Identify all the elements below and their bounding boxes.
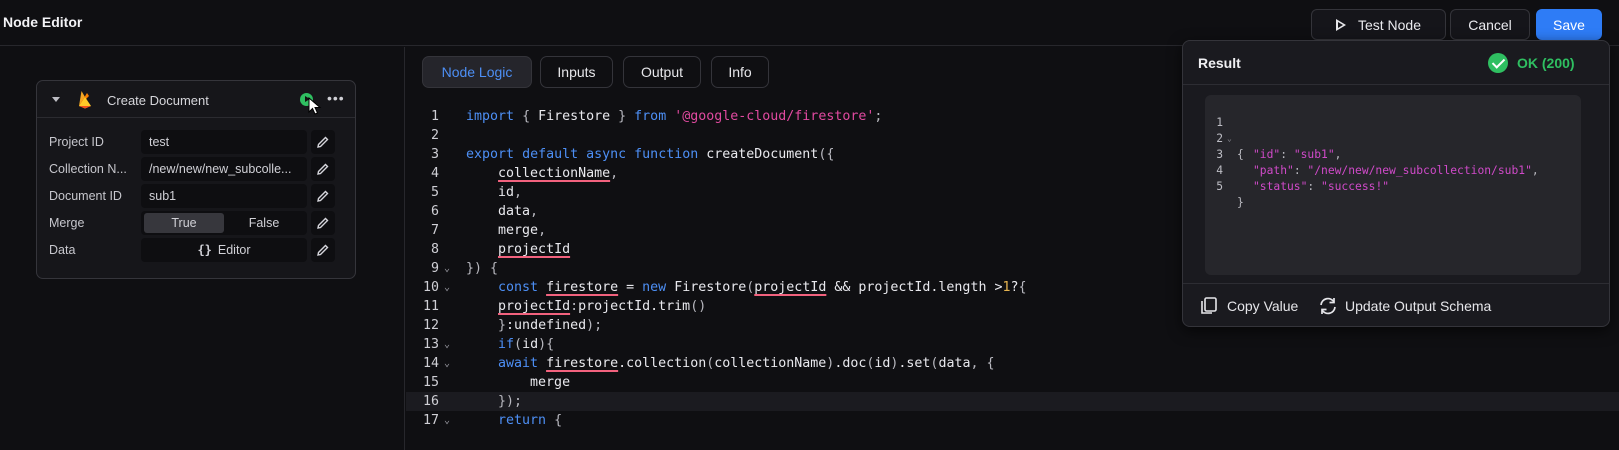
pencil-icon — [317, 136, 329, 148]
update-output-schema-button[interactable]: Update Output Schema — [1345, 298, 1491, 314]
line-number: 17 — [422, 413, 439, 428]
test-node-label: Test Node — [1357, 16, 1422, 33]
edit-document-id-button[interactable] — [311, 184, 335, 208]
field-merge: Merge True False — [49, 211, 349, 235]
save-button[interactable]: Save — [1536, 9, 1602, 40]
play-icon — [1335, 18, 1346, 31]
line-number: 9 — [430, 261, 439, 276]
result-panel: Result OK (200) 1 ⌄ { 2 "id": "sub1", 3 … — [1182, 40, 1610, 327]
editor-label: Editor — [217, 243, 251, 257]
field-project-id: Project ID test — [49, 130, 349, 154]
json-line: 4 "status": "success!" — [1216, 164, 1390, 193]
json-line: 2 "id": "sub1", — [1216, 132, 1342, 161]
pencil-icon — [317, 163, 329, 175]
field-label: Document ID — [49, 189, 122, 203]
copy-icon[interactable] — [1200, 297, 1218, 315]
edit-collection-name-button[interactable] — [311, 157, 335, 181]
pencil-icon — [317, 190, 329, 202]
node-canvas: Create Document ••• Project ID test Coll… — [0, 47, 405, 450]
field-label: Data — [49, 243, 76, 257]
pencil-icon — [317, 217, 329, 229]
field-data: Data {} Editor — [49, 238, 349, 262]
chevron-down-icon[interactable] — [52, 97, 60, 102]
line-number: 8 — [430, 242, 439, 257]
page-title: Node Editor — [3, 14, 83, 30]
code-line: 17 ⌄ return { — [406, 411, 1619, 430]
line-number: 7 — [430, 223, 439, 238]
status-badge: OK (200) — [1517, 55, 1575, 71]
line-number: 15 — [422, 375, 439, 390]
braces-icon: {} — [197, 243, 212, 257]
code-line: 15 merge — [406, 373, 1619, 392]
result-footer: Copy Value Update Output Schema — [1183, 283, 1609, 327]
json-line: 1 ⌄ { — [1216, 116, 1244, 161]
project-id-input[interactable]: test — [141, 130, 307, 154]
node-card[interactable]: Create Document ••• Project ID test Coll… — [36, 80, 356, 279]
node-title: Create Document — [107, 93, 209, 108]
data-editor-button[interactable]: {} Editor — [141, 238, 307, 262]
more-options-icon[interactable]: ••• — [327, 90, 345, 106]
line-number: 5 — [430, 185, 439, 200]
check-circle-icon — [1488, 53, 1508, 73]
json-line: 3 "path": "/new/new/new_subcollection/su… — [1216, 148, 1539, 177]
fold-chevron-icon[interactable]: ⌄ — [444, 411, 450, 430]
line-number: 3 — [430, 147, 439, 162]
merge-false-option[interactable]: False — [224, 213, 304, 233]
document-id-input[interactable]: sub1 — [141, 184, 307, 208]
line-number: 12 — [422, 318, 439, 333]
field-label: Collection N... — [49, 162, 127, 176]
test-node-button[interactable]: Test Node — [1311, 9, 1446, 40]
edit-merge-button[interactable] — [311, 211, 335, 235]
line-number: 2 — [430, 128, 439, 143]
line-number: 16 — [422, 394, 439, 409]
fold-chevron-icon[interactable]: ⌄ — [444, 354, 450, 373]
result-title: Result — [1198, 55, 1241, 71]
code-line-current: 16 }); — [406, 392, 1619, 411]
result-json-viewer[interactable]: 1 ⌄ { 2 "id": "sub1", 3 "path": "/new/ne… — [1205, 95, 1581, 275]
code-line: 14 ⌄ await firestore.collection(collecti… — [406, 354, 1619, 373]
node-header: Create Document ••• — [37, 81, 355, 118]
code-line: 13 ⌄ if(id){ — [406, 335, 1619, 354]
line-number: 10 — [422, 280, 439, 295]
fold-chevron-icon[interactable]: ⌄ — [444, 259, 450, 278]
copy-value-button[interactable]: Copy Value — [1227, 298, 1298, 314]
line-number: 4 — [430, 166, 439, 181]
edit-project-id-button[interactable] — [311, 130, 335, 154]
tab-output[interactable]: Output — [623, 56, 701, 88]
edit-data-button[interactable] — [311, 238, 335, 262]
refresh-icon[interactable] — [1318, 297, 1338, 315]
mouse-pointer-icon — [308, 97, 322, 115]
tab-inputs[interactable]: Inputs — [540, 56, 613, 88]
tab-node-logic[interactable]: Node Logic — [422, 56, 532, 88]
line-number: 13 — [422, 337, 439, 352]
field-label: Project ID — [49, 135, 104, 149]
tab-info[interactable]: Info — [711, 56, 769, 88]
firebase-icon — [79, 91, 91, 109]
field-document-id: Document ID sub1 — [49, 184, 349, 208]
field-label: Merge — [49, 216, 85, 230]
line-number: 6 — [430, 204, 439, 219]
line-number: 14 — [422, 356, 439, 371]
collection-name-input[interactable]: /new/new/new_subcolle... — [141, 157, 307, 181]
merge-toggle: True False — [141, 211, 307, 235]
field-collection-name: Collection N... /new/new/new_subcolle... — [49, 157, 349, 181]
json-line: 5 } — [1216, 180, 1244, 209]
result-header: Result OK (200) — [1183, 41, 1609, 85]
line-number: 11 — [422, 299, 439, 314]
fold-chevron-icon[interactable]: ⌄ — [444, 278, 450, 297]
merge-true-option[interactable]: True — [144, 213, 224, 233]
line-number: 1 — [430, 109, 439, 124]
pencil-icon — [317, 244, 329, 256]
fold-chevron-icon[interactable]: ⌄ — [444, 335, 450, 354]
cancel-button[interactable]: Cancel — [1450, 9, 1530, 40]
